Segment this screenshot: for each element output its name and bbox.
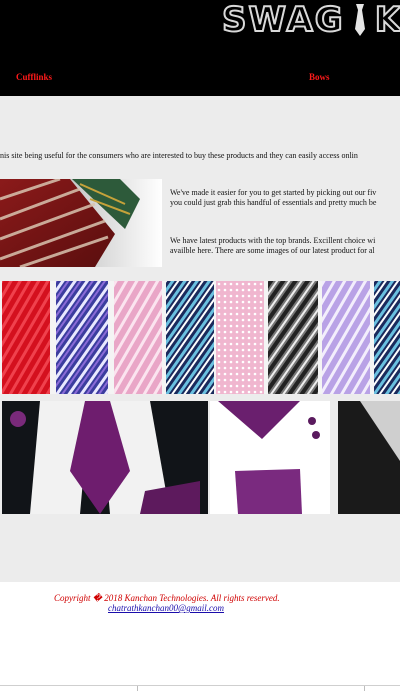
main-content: nis site being useful for the consumers … <box>0 96 400 582</box>
site-header: SWAG KNO Cufflinks Bows <box>0 0 400 96</box>
site-footer: Copyright � 2018 Kanchan Technologies. A… <box>0 582 400 694</box>
nav-link-cufflinks[interactable]: Cufflinks <box>16 72 52 82</box>
intro-paragraph-1: We've made it easier for you to get star… <box>170 188 377 207</box>
footer-tick <box>137 686 138 691</box>
necktie-icon <box>354 4 365 36</box>
tie-collection-image <box>0 281 400 394</box>
purple-tie-set-image <box>0 401 400 514</box>
site-logo[interactable]: SWAG KNO <box>221 0 400 41</box>
footer-divider <box>0 685 400 686</box>
footer-tick <box>364 686 365 691</box>
intro-text: nis site being useful for the consumers … <box>0 151 358 160</box>
nav-link-bows[interactable]: Bows <box>309 72 330 82</box>
logo-text-swag: SWAG <box>221 0 345 41</box>
red-striped-tie-image <box>0 179 162 267</box>
contact-email-link[interactable]: chatrathkanchan00@gmail.com <box>108 603 224 613</box>
intro-paragraph-2: We have latest products with the top bra… <box>170 236 376 255</box>
logo-text-kno: KNO <box>374 0 400 41</box>
